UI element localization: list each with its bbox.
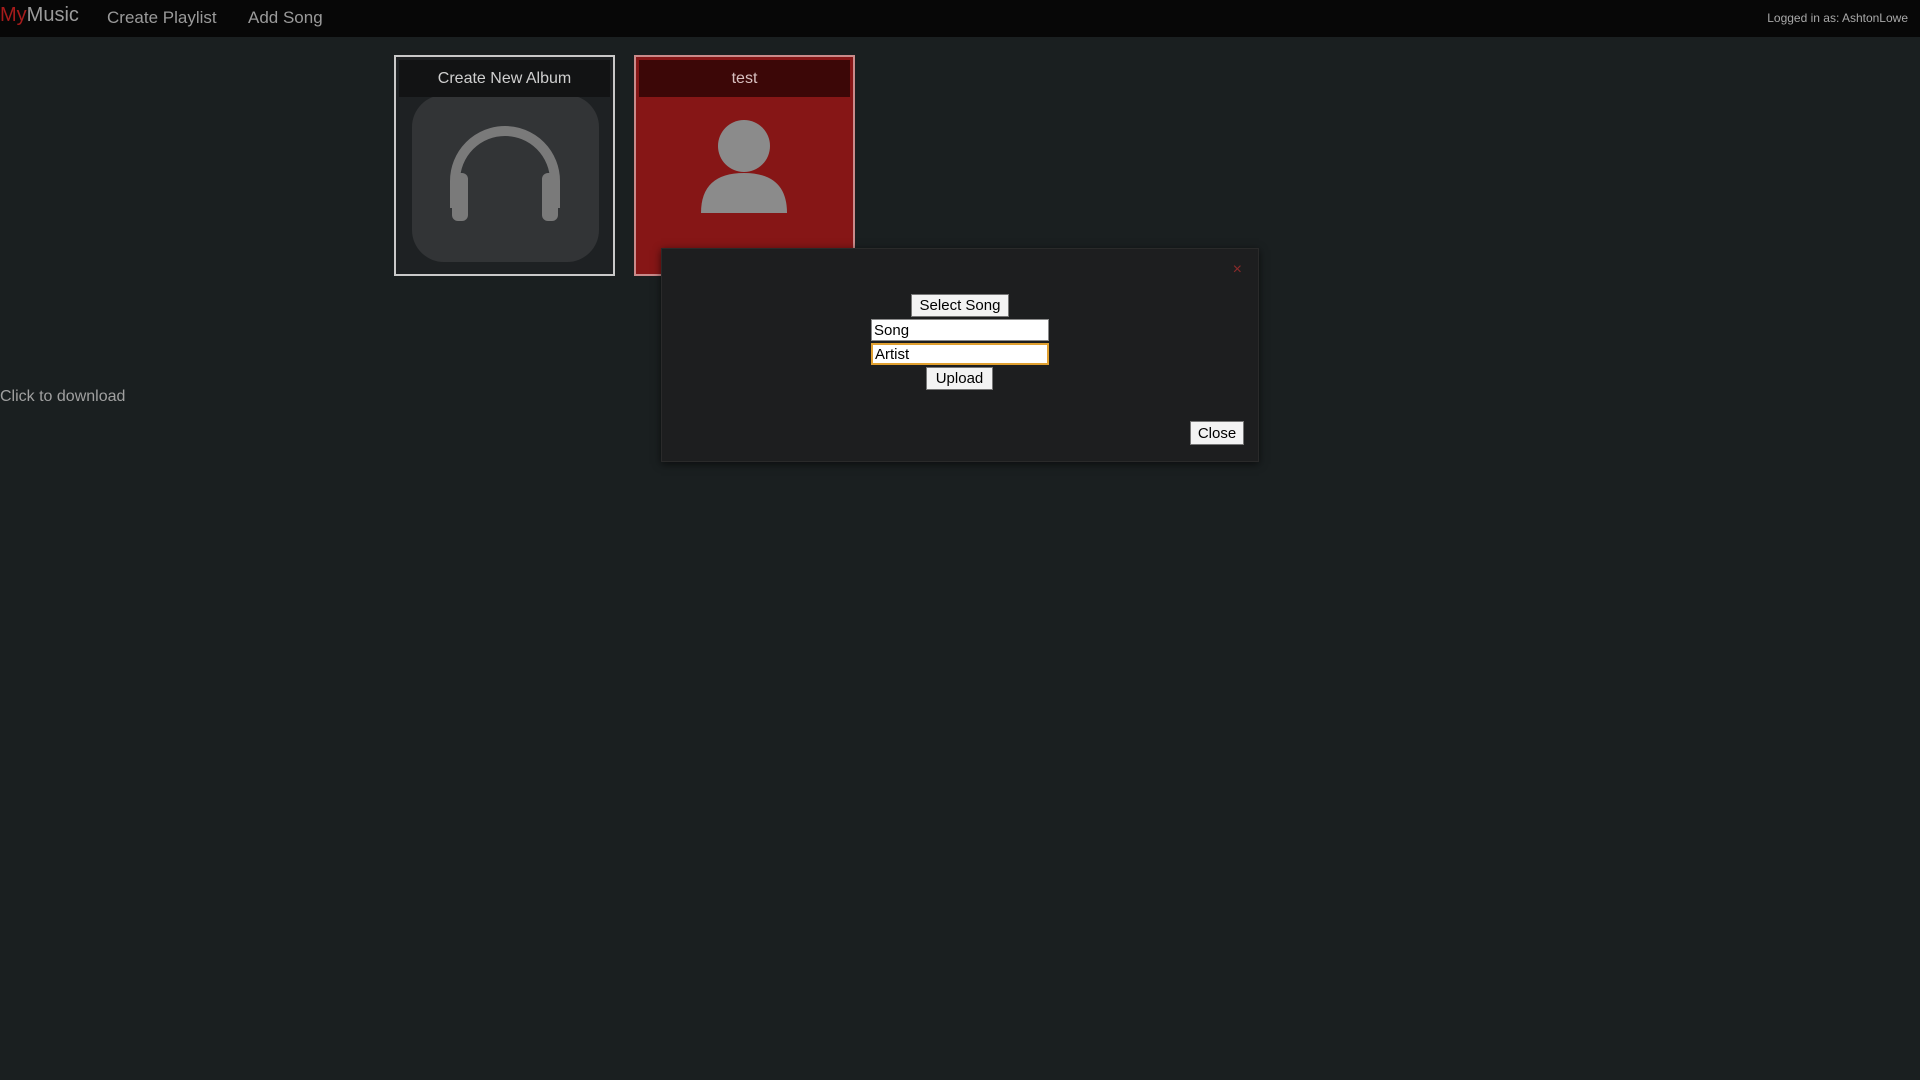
brand-logo[interactable]: MyMusic [0,4,79,27]
add-song-dialog: × Select Song Upload Close [661,248,1259,462]
nav-create-playlist[interactable]: Create Playlist [107,8,217,28]
person-icon [701,120,787,213]
upload-button[interactable]: Upload [926,367,993,390]
login-status: Logged in as: AshtonLowe [1767,11,1908,25]
song-input[interactable] [871,319,1049,341]
click-to-download-link[interactable]: Click to download [0,388,125,406]
select-song-button[interactable]: Select Song [911,294,1009,317]
album-tile-create-new[interactable]: Create New Album [394,55,615,276]
album-title: Create New Album [399,60,610,97]
close-button[interactable]: Close [1190,421,1244,445]
nav-add-song[interactable]: Add Song [248,8,323,28]
headphones-icon [450,126,560,221]
brand-suffix: Music [26,4,79,26]
top-navbar: MyMusic Create Playlist Add Song Logged … [0,0,1920,37]
headphones-icon-box [412,95,599,262]
brand-prefix: My [0,4,27,26]
close-x-icon[interactable]: × [1233,261,1242,279]
artist-input[interactable] [871,343,1049,365]
album-tile-test[interactable]: test [634,55,855,276]
album-title: test [639,60,850,97]
